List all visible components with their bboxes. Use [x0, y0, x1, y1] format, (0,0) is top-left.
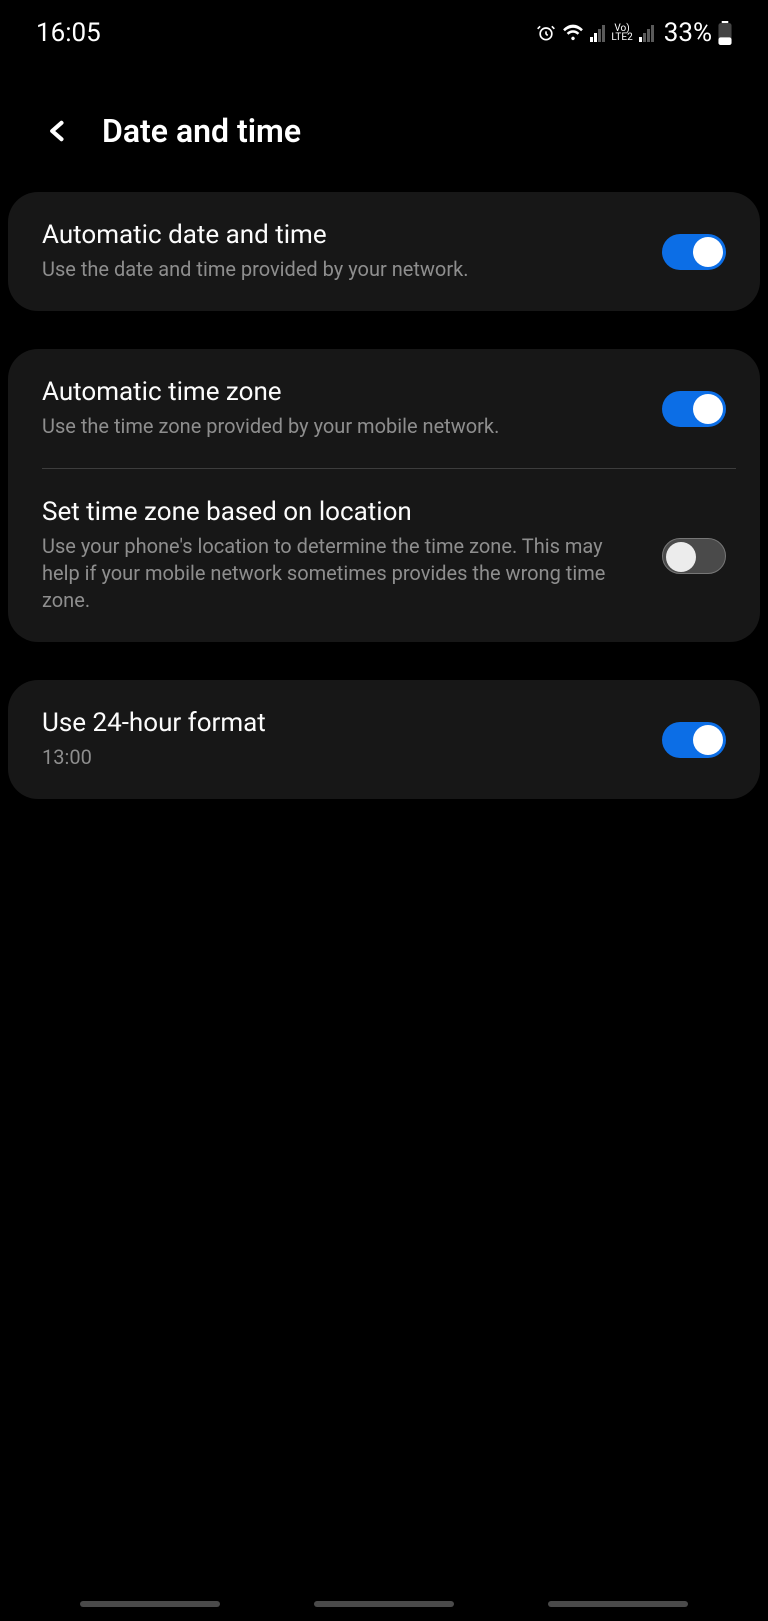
wifi-icon [562, 24, 584, 42]
card-24hour: Use 24-hour format 13:00 [8, 680, 760, 799]
page-title: Date and time [102, 112, 301, 150]
toggle-24hour[interactable] [662, 722, 726, 758]
card-timezone: Automatic time zone Use the time zone pr… [8, 349, 760, 642]
toggle-tz-location[interactable] [662, 538, 726, 574]
setting-text: Use 24-hour format 13:00 [42, 708, 642, 771]
setting-tz-location[interactable]: Set time zone based on location Use your… [8, 469, 760, 642]
alarm-icon [536, 23, 556, 43]
chevron-left-icon [44, 114, 72, 148]
back-button[interactable] [40, 110, 76, 152]
toggle-auto-datetime[interactable] [662, 234, 726, 270]
setting-title: Automatic time zone [42, 377, 642, 407]
setting-title: Automatic date and time [42, 220, 642, 250]
setting-desc: 13:00 [42, 744, 642, 771]
signal-sim2-icon [639, 24, 654, 42]
toggle-auto-timezone[interactable] [662, 391, 726, 427]
setting-desc: Use the date and time provided by your n… [42, 256, 642, 283]
setting-text: Set time zone based on location Use your… [42, 497, 642, 614]
volte-icon: Vo)LTE2 [611, 24, 632, 42]
signal-sim1-icon [590, 24, 605, 42]
setting-text: Automatic date and time Use the date and… [42, 220, 642, 283]
card-auto-datetime: Automatic date and time Use the date and… [8, 192, 760, 311]
setting-title: Use 24-hour format [42, 708, 642, 738]
setting-auto-datetime[interactable]: Automatic date and time Use the date and… [8, 192, 760, 311]
nav-recents[interactable] [80, 1601, 220, 1607]
status-time: 16:05 [36, 18, 101, 48]
battery-percent: 33% [664, 18, 712, 48]
setting-title: Set time zone based on location [42, 497, 642, 527]
status-right: Vo)LTE2 33% [536, 18, 732, 48]
setting-desc: Use the time zone provided by your mobil… [42, 413, 642, 440]
header: Date and time [0, 60, 768, 192]
setting-desc: Use your phone's location to determine t… [42, 533, 642, 614]
nav-home[interactable] [314, 1601, 454, 1607]
nav-back[interactable] [548, 1601, 688, 1607]
status-bar: 16:05 Vo)LTE2 33% [0, 0, 768, 60]
setting-auto-timezone[interactable]: Automatic time zone Use the time zone pr… [8, 349, 760, 468]
navigation-bar [0, 1601, 768, 1607]
setting-24hour[interactable]: Use 24-hour format 13:00 [8, 680, 760, 799]
setting-text: Automatic time zone Use the time zone pr… [42, 377, 642, 440]
battery-icon [718, 21, 732, 45]
